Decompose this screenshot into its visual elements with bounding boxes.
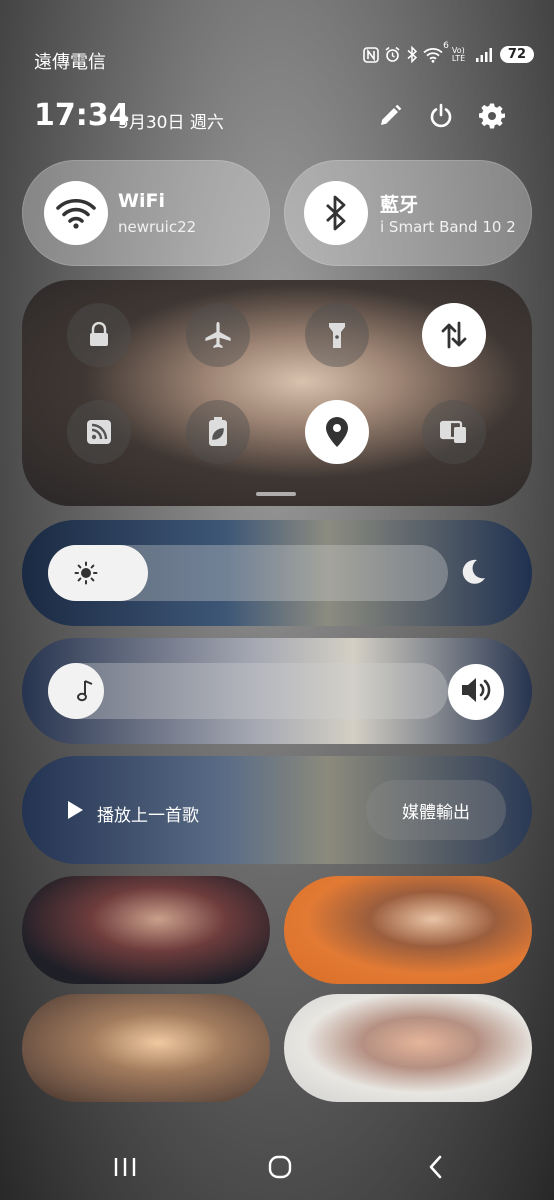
device-cast-icon[interactable]: [422, 400, 486, 464]
settings-icon[interactable]: [478, 102, 506, 130]
alarm-icon: [384, 46, 401, 63]
lock-icon[interactable]: [67, 303, 131, 367]
brightness-slider[interactable]: [48, 545, 448, 601]
bluetooth-icon: [406, 46, 418, 63]
signal-icon: [475, 47, 493, 63]
battery-saver-icon[interactable]: [186, 400, 250, 464]
wifi-icon: [44, 181, 108, 245]
rss-icon[interactable]: [67, 400, 131, 464]
nfc-icon: [363, 46, 379, 63]
media-panel: 播放上一首歌 媒體輸出: [22, 756, 532, 864]
photo-widget-4[interactable]: [284, 994, 532, 1102]
play-icon[interactable]: [66, 800, 84, 824]
carrier-name: 遠傳電信: [34, 52, 106, 73]
music-note-icon: [76, 678, 96, 708]
volte-icon: Vo) LTE: [451, 45, 466, 63]
speaker-icon: [460, 676, 492, 708]
brightness-slider-panel: [22, 520, 532, 626]
bluetooth-tile-device: i Smart Band 10 2: [380, 218, 515, 236]
status-icons: 6 Vo) LTE 72: [363, 41, 534, 63]
play-previous-song-label[interactable]: 播放上一首歌: [97, 801, 199, 826]
wifi-tile[interactable]: WiFi newruic22: [22, 160, 270, 266]
battery-badge: 72: [499, 46, 534, 63]
location-icon[interactable]: [305, 400, 369, 464]
wifi-icon: 6: [423, 41, 449, 63]
flashlight-icon[interactable]: [305, 303, 369, 367]
wifi-tile-title: WiFi: [118, 190, 165, 212]
recents-icon[interactable]: [105, 1150, 145, 1184]
wifi-tile-ssid: newruic22: [118, 218, 197, 236]
clock: 17:34: [34, 98, 130, 133]
wifi-version-label: 6: [443, 40, 449, 51]
volume-slider[interactable]: [48, 663, 448, 719]
photo-widget-3[interactable]: [22, 994, 270, 1102]
back-icon[interactable]: [416, 1150, 456, 1184]
airplane-icon[interactable]: [186, 303, 250, 367]
volume-slider-panel: [22, 638, 532, 744]
quick-settings-panel: [22, 280, 532, 506]
panel-drag-handle[interactable]: [256, 492, 296, 496]
home-icon[interactable]: [260, 1150, 300, 1184]
photo-widget-1[interactable]: [22, 876, 270, 984]
media-output-button[interactable]: 媒體輸出: [366, 780, 506, 840]
moon-icon[interactable]: [458, 557, 488, 591]
sun-icon: [74, 561, 98, 589]
date: 5月30日 週六: [118, 113, 224, 133]
edit-icon[interactable]: [376, 102, 404, 130]
brightness-fill: [48, 545, 148, 601]
bluetooth-tile-title: 藍牙: [380, 194, 419, 216]
bluetooth-tile[interactable]: 藍牙 i Smart Band 10 2: [284, 160, 532, 266]
photo-widget-2[interactable]: [284, 876, 532, 984]
bluetooth-icon: [304, 181, 368, 245]
power-icon[interactable]: [427, 102, 455, 130]
data-transfer-icon[interactable]: [422, 303, 486, 367]
speaker-button[interactable]: [448, 664, 504, 720]
